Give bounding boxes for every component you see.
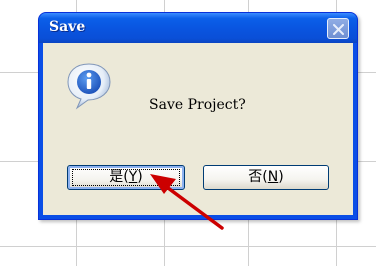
- close-icon: [333, 24, 344, 35]
- no-label-prefix: 否(: [248, 169, 268, 185]
- no-access-key: N: [267, 169, 279, 185]
- close-button[interactable]: [327, 18, 349, 39]
- no-label-suffix: ): [278, 169, 284, 185]
- dialog-title: Save: [49, 19, 86, 35]
- save-dialog: Save Save Project? 是(Y) 否(N): [38, 12, 358, 220]
- title-bar[interactable]: Save: [39, 13, 357, 43]
- dialog-client-area: Save Project? 是(Y) 否(N): [43, 43, 353, 215]
- yes-button[interactable]: 是(Y): [67, 165, 185, 190]
- no-button[interactable]: 否(N): [203, 165, 329, 190]
- dialog-message: Save Project?: [149, 97, 246, 113]
- info-icon: [67, 63, 111, 110]
- focus-rectangle: [72, 169, 180, 186]
